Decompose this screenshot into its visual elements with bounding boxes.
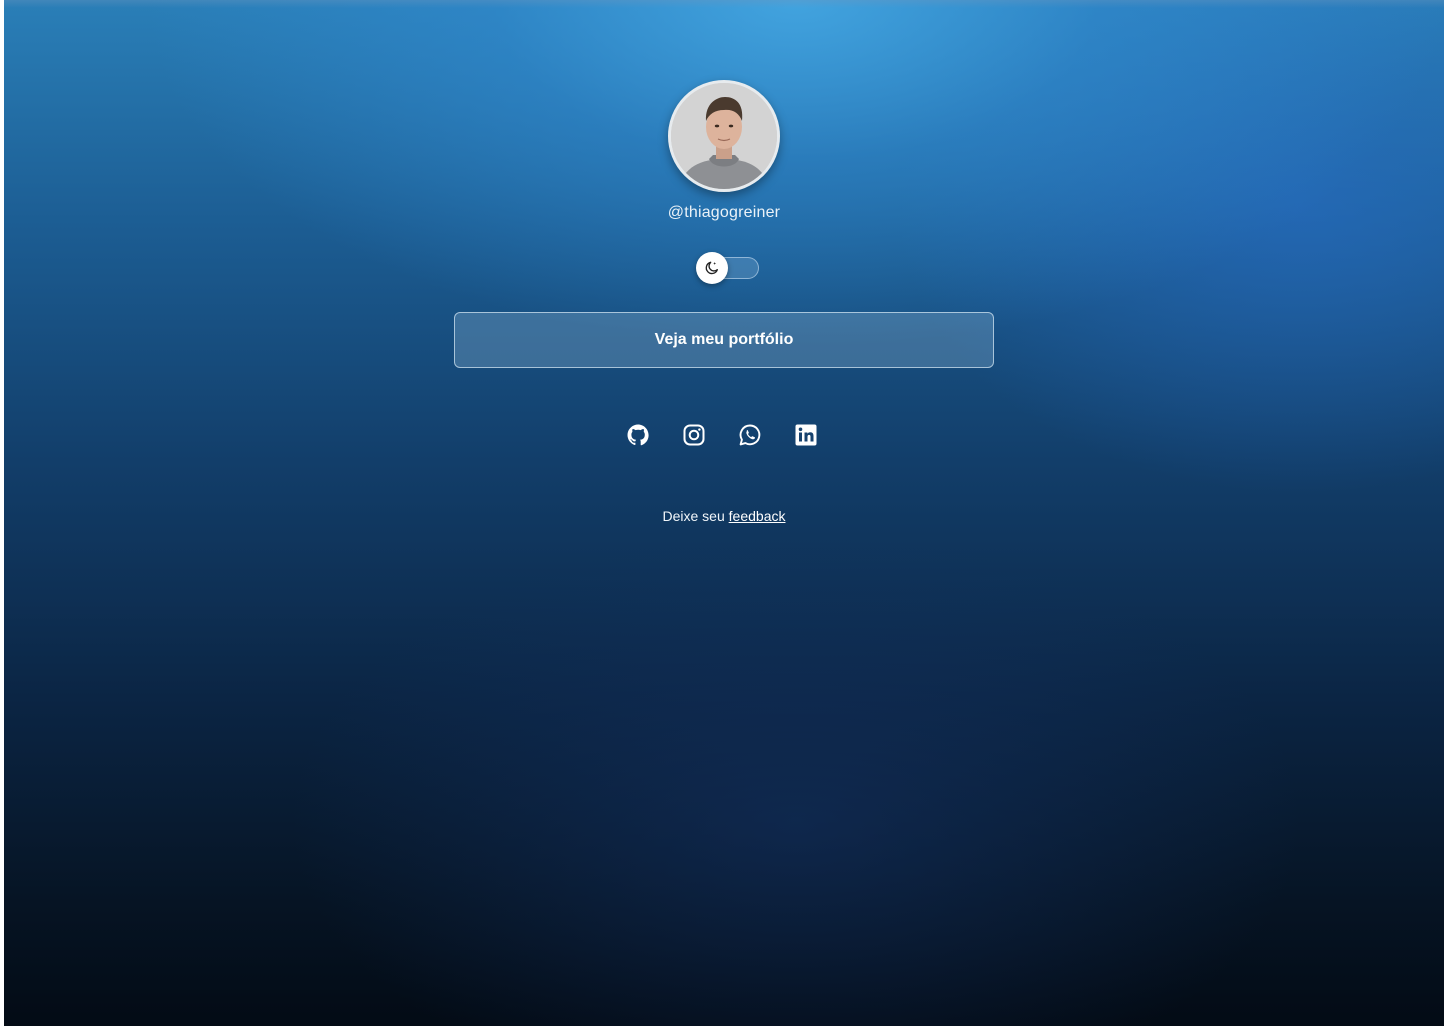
- theme-toggle[interactable]: [696, 252, 760, 284]
- feedback-line: Deixe seu feedback: [4, 508, 1444, 524]
- username-label: @thiagogreiner: [667, 204, 781, 221]
- avatar: [668, 80, 780, 192]
- portfolio-button[interactable]: Veja meu portfólio: [454, 312, 994, 368]
- github-icon: [627, 424, 649, 446]
- linkedin-icon: [795, 424, 817, 446]
- github-link[interactable]: [626, 422, 650, 448]
- profile-photo-icon: [671, 83, 777, 189]
- linkedin-link[interactable]: [794, 422, 818, 448]
- feedback-link[interactable]: feedback: [729, 508, 786, 524]
- toggle-knob[interactable]: [696, 252, 728, 284]
- whatsapp-link[interactable]: [738, 422, 762, 448]
- whatsapp-icon: [739, 424, 761, 446]
- top-edge: [4, 0, 1444, 8]
- instagram-icon: [683, 424, 705, 446]
- instagram-link[interactable]: [682, 422, 706, 448]
- page-background: @thiagogreiner Veja meu portfólio Deixe …: [4, 0, 1444, 1026]
- profile-section: @thiagogreiner: [4, 80, 1444, 222]
- feedback-prefix: Deixe seu: [662, 508, 725, 524]
- social-links: [626, 422, 818, 448]
- moon-icon: [705, 261, 718, 275]
